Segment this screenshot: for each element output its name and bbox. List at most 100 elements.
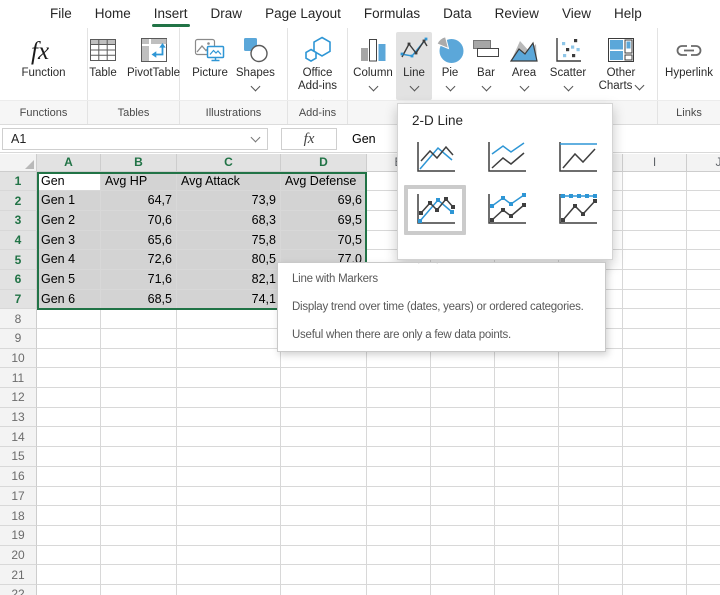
cell-G19[interactable] [495, 526, 559, 546]
cell-A14[interactable] [37, 427, 101, 447]
tab-home[interactable]: Home [95, 0, 131, 28]
row-header-7[interactable]: 7 [0, 290, 37, 310]
cell-E11[interactable] [367, 368, 431, 388]
cell-G15[interactable] [495, 447, 559, 467]
cell-I2[interactable] [623, 191, 687, 211]
cell-D11[interactable] [281, 368, 367, 388]
cell-G11[interactable] [495, 368, 559, 388]
cell-B1[interactable]: Avg HP [101, 172, 177, 192]
cell-I1[interactable] [623, 172, 687, 192]
cell-F14[interactable] [431, 427, 495, 447]
cell-E21[interactable] [367, 565, 431, 585]
cell-I20[interactable] [623, 546, 687, 566]
cell-A7[interactable]: Gen 6 [37, 290, 101, 310]
cell-J7[interactable] [687, 290, 720, 310]
cell-A13[interactable] [37, 408, 101, 428]
tab-help[interactable]: Help [614, 0, 642, 28]
chart-option-stacked-line[interactable] [475, 133, 537, 183]
cell-C5[interactable]: 80,5 [177, 250, 281, 270]
cell-C3[interactable]: 68,3 [177, 211, 281, 231]
column-header-J[interactable]: J [687, 154, 720, 172]
cell-J18[interactable] [687, 506, 720, 526]
cell-J15[interactable] [687, 447, 720, 467]
cell-E13[interactable] [367, 408, 431, 428]
cell-B14[interactable] [101, 427, 177, 447]
line-chart-button[interactable]: Line [396, 32, 432, 100]
row-header-15[interactable]: 15 [0, 447, 37, 467]
hyperlink-button[interactable]: Hyperlink [664, 32, 714, 81]
cell-H18[interactable] [559, 506, 623, 526]
cell-E16[interactable] [367, 467, 431, 487]
other-charts-button[interactable]: Other Charts [592, 32, 650, 95]
cell-A11[interactable] [37, 368, 101, 388]
cell-J13[interactable] [687, 408, 720, 428]
cell-B3[interactable]: 70,6 [101, 211, 177, 231]
cell-B8[interactable] [101, 309, 177, 329]
cell-A16[interactable] [37, 467, 101, 487]
cell-D18[interactable] [281, 506, 367, 526]
cell-J10[interactable] [687, 349, 720, 369]
cell-B21[interactable] [101, 565, 177, 585]
cell-H22[interactable] [559, 585, 623, 595]
cell-B4[interactable]: 65,6 [101, 231, 177, 251]
cell-A9[interactable] [37, 329, 101, 349]
cell-D14[interactable] [281, 427, 367, 447]
cell-B5[interactable]: 72,6 [101, 250, 177, 270]
cell-J17[interactable] [687, 487, 720, 507]
cell-J9[interactable] [687, 329, 720, 349]
column-header-D[interactable]: D [281, 154, 367, 172]
cell-G22[interactable] [495, 585, 559, 595]
cell-D17[interactable] [281, 487, 367, 507]
cell-J16[interactable] [687, 467, 720, 487]
column-header-A[interactable]: A [37, 154, 101, 172]
cell-B11[interactable] [101, 368, 177, 388]
cell-D16[interactable] [281, 467, 367, 487]
cell-A6[interactable]: Gen 5 [37, 270, 101, 290]
cell-D20[interactable] [281, 546, 367, 566]
row-header-16[interactable]: 16 [0, 467, 37, 487]
cell-C20[interactable] [177, 546, 281, 566]
cell-J3[interactable] [687, 211, 720, 231]
cell-C12[interactable] [177, 388, 281, 408]
cell-C8[interactable] [177, 309, 281, 329]
cell-A5[interactable]: Gen 4 [37, 250, 101, 270]
cell-I14[interactable] [623, 427, 687, 447]
cell-D12[interactable] [281, 388, 367, 408]
chart-option-line-with-markers[interactable] [404, 185, 466, 235]
cell-A10[interactable] [37, 349, 101, 369]
cell-J6[interactable] [687, 270, 720, 290]
tab-review[interactable]: Review [495, 0, 539, 28]
cell-F19[interactable] [431, 526, 495, 546]
cell-J5[interactable] [687, 250, 720, 270]
cell-A18[interactable] [37, 506, 101, 526]
row-header-1[interactable]: 1 [0, 172, 37, 192]
cell-H13[interactable] [559, 408, 623, 428]
cell-G21[interactable] [495, 565, 559, 585]
cell-J14[interactable] [687, 427, 720, 447]
cell-A3[interactable]: Gen 2 [37, 211, 101, 231]
formula-input[interactable]: Gen [352, 128, 376, 150]
cell-J21[interactable] [687, 565, 720, 585]
chart-option-line[interactable] [404, 133, 466, 183]
cell-A12[interactable] [37, 388, 101, 408]
pivottable-button[interactable]: PivotTable [126, 32, 181, 81]
tab-insert[interactable]: Insert [154, 0, 188, 28]
column-header-C[interactable]: C [177, 154, 281, 172]
row-header-2[interactable]: 2 [0, 191, 37, 211]
cell-B13[interactable] [101, 408, 177, 428]
cell-H21[interactable] [559, 565, 623, 585]
cell-A20[interactable] [37, 546, 101, 566]
cell-G18[interactable] [495, 506, 559, 526]
cell-E22[interactable] [367, 585, 431, 595]
cell-C21[interactable] [177, 565, 281, 585]
cell-A22[interactable] [37, 585, 101, 595]
cell-F17[interactable] [431, 487, 495, 507]
cell-H17[interactable] [559, 487, 623, 507]
cell-C7[interactable]: 74,1 [177, 290, 281, 310]
cell-I19[interactable] [623, 526, 687, 546]
cell-J1[interactable] [687, 172, 720, 192]
cell-C16[interactable] [177, 467, 281, 487]
cell-A2[interactable]: Gen 1 [37, 191, 101, 211]
cell-E12[interactable] [367, 388, 431, 408]
column-chart-button[interactable]: Column [350, 32, 396, 92]
